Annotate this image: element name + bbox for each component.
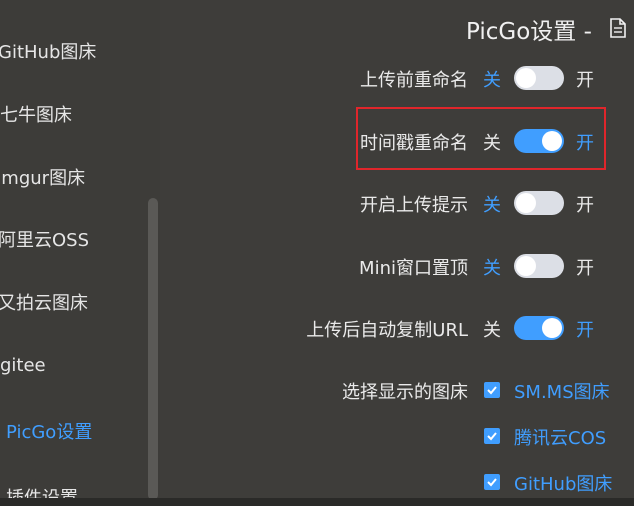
auto-copy-url-label: 上传后自动复制URL — [306, 320, 468, 341]
mini-window-ontop-off-label: 关 — [483, 258, 501, 279]
smms-checkbox-label[interactable]: SM.MS图床 — [514, 378, 610, 404]
check-icon — [487, 386, 497, 395]
timestamp-rename-label: 时间戳重命名 — [360, 133, 468, 154]
sidebar-scrollbar[interactable] — [148, 198, 158, 500]
sidebar-item-gitee[interactable]: gitee — [0, 351, 46, 381]
upload-notification-label: 开启上传提示 — [360, 195, 468, 216]
smms-checkbox[interactable] — [484, 382, 500, 398]
upload-notification-on-label: 开 — [576, 195, 594, 216]
rename-before-upload-on-label: 开 — [576, 70, 594, 91]
timestamp-rename-switch[interactable] — [514, 129, 564, 153]
mini-window-ontop-label: Mini窗口置顶 — [359, 258, 468, 279]
sidebar: GitHub图床 七牛图床 Imgur图床 阿里云OSS 又拍云图床 gitee… — [0, 0, 160, 506]
rename-before-upload-switch[interactable] — [514, 66, 564, 90]
upload-notification-off-label: 关 — [483, 195, 501, 216]
auto-copy-url-switch[interactable] — [514, 316, 564, 340]
page-title: PicGo设置 - — [466, 19, 592, 45]
timestamp-rename-off-label: 关 — [483, 133, 501, 154]
github-checkbox-label[interactable]: GitHub图床 — [514, 470, 612, 496]
rename-before-upload-off-label: 关 — [483, 70, 501, 91]
check-icon — [487, 478, 497, 487]
sidebar-item-qiniu[interactable]: 七牛图床 — [0, 101, 72, 131]
sidebar-item-picgo-settings[interactable]: PicGo设置 — [6, 418, 92, 448]
timestamp-rename-on-label: 开 — [576, 133, 594, 154]
mini-window-ontop-switch[interactable] — [514, 254, 564, 278]
bottom-edge — [0, 498, 634, 506]
visible-beds-label: 选择显示的图床 — [342, 382, 468, 403]
auto-copy-url-off-label: 关 — [483, 320, 501, 341]
sidebar-item-upyun[interactable]: 又拍云图床 — [0, 289, 88, 319]
rename-before-upload-label: 上传前重命名 — [360, 70, 468, 91]
auto-copy-url-on-label: 开 — [576, 320, 594, 341]
tencent-cos-checkbox-label[interactable]: 腾讯云COS — [514, 424, 606, 450]
github-checkbox[interactable] — [484, 474, 500, 490]
picgo-window: GitHub图床 七牛图床 Imgur图床 阿里云OSS 又拍云图床 gitee… — [0, 0, 634, 506]
check-icon — [487, 432, 497, 441]
mini-window-ontop-on-label: 开 — [576, 258, 594, 279]
upload-notification-switch[interactable] — [514, 191, 564, 215]
sidebar-item-github[interactable]: GitHub图床 — [0, 38, 96, 68]
document-icon[interactable] — [610, 18, 626, 38]
sidebar-item-imgur[interactable]: Imgur图床 — [0, 164, 85, 194]
sidebar-item-aliyun-oss[interactable]: 阿里云OSS — [0, 226, 89, 256]
tencent-cos-checkbox[interactable] — [484, 428, 500, 444]
